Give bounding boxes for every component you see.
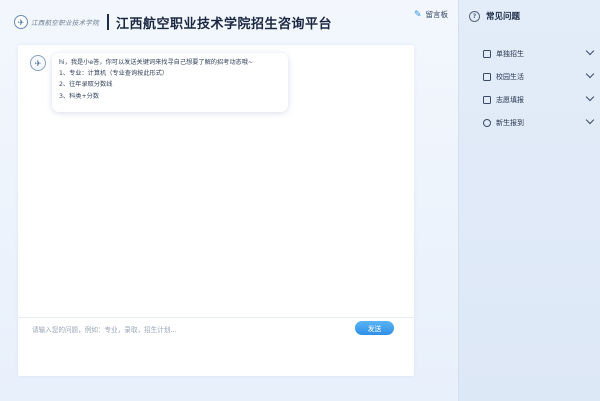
application-icon — [483, 96, 491, 104]
message-line: hi，我是小e答，你可以发送关键词来找寻自己想要了解的招考动态哦~ — [59, 59, 254, 66]
chevron-down-icon — [585, 69, 595, 79]
campus-icon — [483, 73, 491, 81]
enrollment-icon — [483, 50, 491, 58]
faq-title-label: 常见问题 — [486, 12, 521, 22]
question-input[interactable] — [32, 324, 332, 336]
bot-avatar: ✈ — [30, 55, 46, 71]
chevron-down-icon — [585, 46, 595, 56]
sidebar-item-label: 志愿填报 — [496, 96, 524, 104]
send-button[interactable]: 发送 — [355, 321, 394, 335]
chat-panel: ✈ hi，我是小e答，你可以发送关键词来找寻自己想要了解的招考动态哦~ 1、专业… — [18, 45, 414, 376]
chevron-down-icon — [585, 115, 595, 125]
message-board-label: 留言板 — [425, 10, 449, 19]
input-divider — [18, 317, 414, 318]
header: ✈ 江西航空职业技术学院 江西航空职业技术学院招生咨询平台 — [14, 8, 444, 36]
faq-title: ? 常见问题 — [469, 10, 520, 22]
sidebar-item-application[interactable]: 志愿填报 — [483, 92, 595, 107]
sidebar-item-label: 单独招生 — [496, 50, 524, 58]
main-area: ✈ 江西航空职业技术学院 江西航空职业技术学院招生咨询平台 ✎ 留言板 ✈ hi… — [0, 0, 458, 401]
sidebar-item-label: 新生报到 — [496, 119, 524, 127]
message-line: 1、专业：计算机（专业查询按此形式） — [59, 70, 169, 78]
sidebar-item-label: 校园生活 — [496, 73, 524, 81]
chevron-down-icon — [585, 92, 595, 102]
school-logo-icon: ✈ — [14, 15, 28, 29]
title-divider — [107, 14, 109, 30]
sidebar-item-single-enrollment[interactable]: 单独招生 — [483, 46, 595, 61]
bot-message-bubble: hi，我是小e答，你可以发送关键词来找寻自己想要了解的招考动态哦~ 1、专业：计… — [52, 53, 288, 112]
faq-sidebar: ? 常见问题 单独招生 校园生活 志愿填报 新生报到 — [458, 0, 600, 401]
user-icon — [483, 119, 491, 127]
sidebar-item-campus-life[interactable]: 校园生活 — [483, 69, 595, 84]
edit-icon: ✎ — [413, 9, 422, 20]
logo-text: 江西航空职业技术学院 — [31, 19, 99, 27]
question-icon: ? — [469, 10, 480, 22]
message-board-button[interactable]: ✎ 留言板 — [414, 9, 448, 20]
message-line: 2、往年录取分数线 — [59, 81, 113, 89]
page-title: 江西航空职业技术学院招生咨询平台 — [116, 16, 333, 32]
sidebar-item-freshman-registration[interactable]: 新生报到 — [483, 115, 595, 130]
message-line: 3、科类+分数 — [59, 92, 100, 100]
